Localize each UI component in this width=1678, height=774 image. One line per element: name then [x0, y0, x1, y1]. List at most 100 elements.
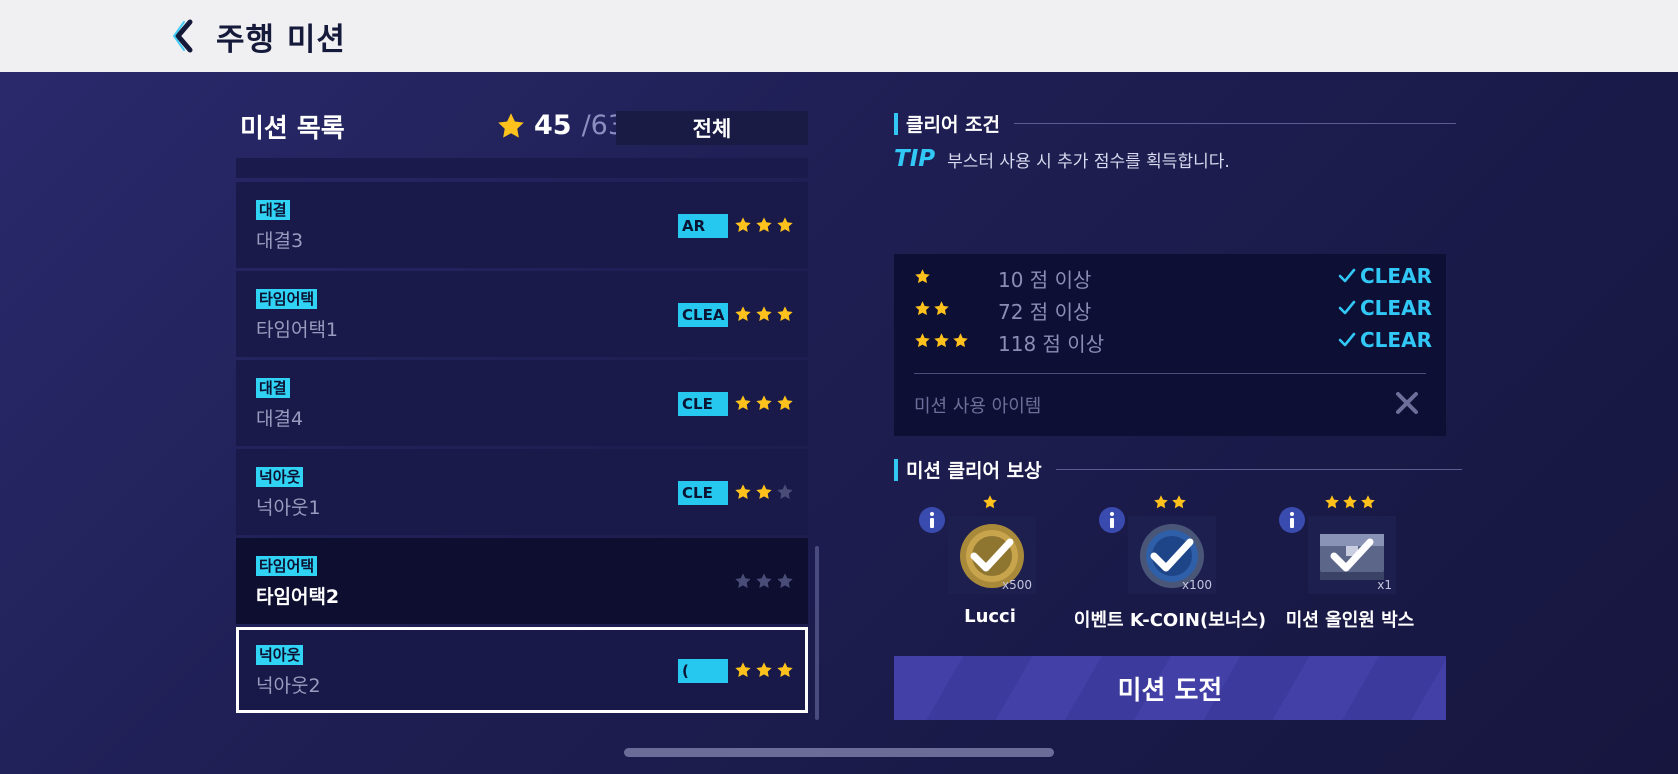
reward-item[interactable]: x500 Lucci: [890, 494, 1090, 634]
section-bar: [894, 458, 898, 481]
criteria-row: 10 점 이상 CLEAR: [914, 264, 1432, 292]
clear-badge: CLEA: [678, 303, 728, 327]
empty-star-icon: [755, 572, 773, 590]
check-icon: [1338, 332, 1356, 347]
mission-item[interactable]: 타임어택타임어택2: [236, 538, 808, 624]
reward-icon: x1: [1308, 516, 1396, 594]
star-icon: [1153, 494, 1169, 510]
criteria-stars: [914, 332, 969, 349]
star-icon: [982, 494, 998, 510]
mission-stars: [734, 483, 794, 501]
star-icon: [933, 300, 950, 317]
clear-status: CLEAR: [1338, 264, 1432, 288]
mission-stars: [734, 216, 794, 234]
check-icon: [1338, 300, 1356, 315]
reward-name: 미션 올인원 박스: [1285, 610, 1415, 631]
star-icon: [1324, 494, 1340, 510]
back-arrow-icon[interactable]: [168, 14, 198, 58]
empty-star-icon: [776, 572, 794, 590]
reward-quantity: x1: [1377, 578, 1392, 592]
mission-item[interactable]: 대결 대결3 AR: [236, 182, 808, 268]
star-icon: [734, 661, 752, 679]
mission-item-label: 미션 사용 아이템: [914, 396, 1042, 417]
reward-quantity: x100: [1181, 578, 1212, 592]
star-icon: [755, 483, 773, 501]
mission-item[interactable]: 대결대결4 CLE: [236, 360, 808, 446]
star-icon: [1171, 494, 1187, 510]
check-icon: [1338, 268, 1356, 283]
criteria-row: 72 점 이상 CLEAR: [914, 296, 1432, 324]
info-icon[interactable]: [918, 506, 946, 534]
reward-icon: x500: [948, 516, 1036, 594]
divider: [1055, 469, 1462, 470]
reward-quantity: x500: [1001, 578, 1032, 592]
star-icon: [914, 268, 931, 285]
mission-category-tag: 타임어택: [256, 289, 318, 309]
criteria-stars: [914, 300, 950, 317]
mission-name: 넉아웃2: [256, 675, 321, 697]
mission-name: 넉아웃1: [256, 497, 321, 519]
mission-category-tag: 타임어택: [256, 556, 318, 576]
mission-stars: [734, 661, 794, 679]
mission-list: 대결 대결3 AR 타임어택 타임어택1 CLEA 대결 대결4 CLE 넉아웃 넉아웃1 CLE 타임…: [236, 182, 808, 716]
divider: [914, 373, 1426, 374]
criteria-score: 72 점 이상: [998, 300, 1092, 324]
home-indicator[interactable]: [624, 748, 1054, 757]
empty-star-icon: [776, 483, 794, 501]
filter-button[interactable]: 전체: [616, 111, 808, 145]
clear-conditions-header: 클리어 조건: [894, 110, 1457, 137]
mission-list-title: 미션 목록: [240, 114, 345, 144]
star-icon: [1342, 494, 1358, 510]
clear-status: CLEAR: [1338, 328, 1432, 352]
info-icon[interactable]: [1098, 506, 1126, 534]
criteria-row: 118 점 이상 CLEAR: [914, 328, 1432, 356]
clear-status: CLEAR: [1338, 296, 1432, 320]
mission-name: 대결4: [256, 408, 304, 430]
reward-icon: x100: [1128, 516, 1216, 594]
tip-label: TIP: [894, 146, 936, 172]
star-icon: [952, 332, 969, 349]
clear-badge: CLE: [678, 392, 728, 416]
clear-status-label: CLEAR: [1360, 264, 1432, 288]
mission-name: 타임어택2: [256, 586, 340, 608]
criteria-stars: [914, 268, 931, 285]
clear-badge: (: [678, 659, 728, 683]
close-x-icon: [1396, 392, 1418, 414]
star-icon: [734, 394, 752, 412]
clear-badge: CLE: [678, 481, 728, 505]
mission-stars: [734, 572, 794, 590]
star-icon: [776, 394, 794, 412]
mission-stars: [734, 305, 794, 323]
mission-item[interactable]: 타임어택타임어택1 CLEA: [236, 271, 808, 357]
reward-name: Lucci: [964, 606, 1016, 627]
criteria-score: 118 점 이상: [998, 332, 1105, 356]
star-count: 45: [534, 110, 572, 141]
reward-item[interactable]: x100 이벤트 K-COIN(보너스): [1070, 494, 1270, 634]
mission-item[interactable]: 넉아웃넉아웃1 CLE: [236, 449, 808, 535]
mission-category-tag: 대결: [256, 200, 290, 220]
criteria-score: 10 점 이상: [998, 268, 1092, 292]
star-icon: [755, 305, 773, 323]
star-icon: [755, 394, 773, 412]
mission-challenge-button[interactable]: 미션 도전: [894, 656, 1446, 720]
star-icon: [933, 332, 950, 349]
list-item-partial[interactable]: [236, 158, 808, 178]
info-icon[interactable]: [1278, 506, 1306, 534]
mission-item[interactable]: 넉아웃 넉아웃2 (: [236, 627, 808, 713]
star-total: 45 /63: [496, 110, 625, 141]
mission-name: 타임어택1: [256, 319, 339, 341]
mission-category-tag: 대결: [256, 378, 290, 398]
top-bar: 주행 미션: [0, 0, 1678, 72]
reward-item[interactable]: x1 미션 올인원 박스: [1250, 494, 1450, 634]
tip-text: 부스터 사용 시 추가 점수를 획득합니다.: [947, 151, 1230, 172]
rewards-title: 미션 클리어 보상: [906, 460, 1042, 482]
empty-star-icon: [734, 572, 752, 590]
clear-badge: AR: [678, 214, 728, 238]
clear-status-label: CLEAR: [1360, 328, 1432, 352]
star-icon: [755, 661, 773, 679]
mission-category-tag: 넉아웃: [256, 467, 304, 487]
section-bar: [894, 112, 898, 135]
star-icon: [734, 483, 752, 501]
star-icon: [1360, 494, 1376, 510]
scrollbar[interactable]: [815, 546, 819, 720]
